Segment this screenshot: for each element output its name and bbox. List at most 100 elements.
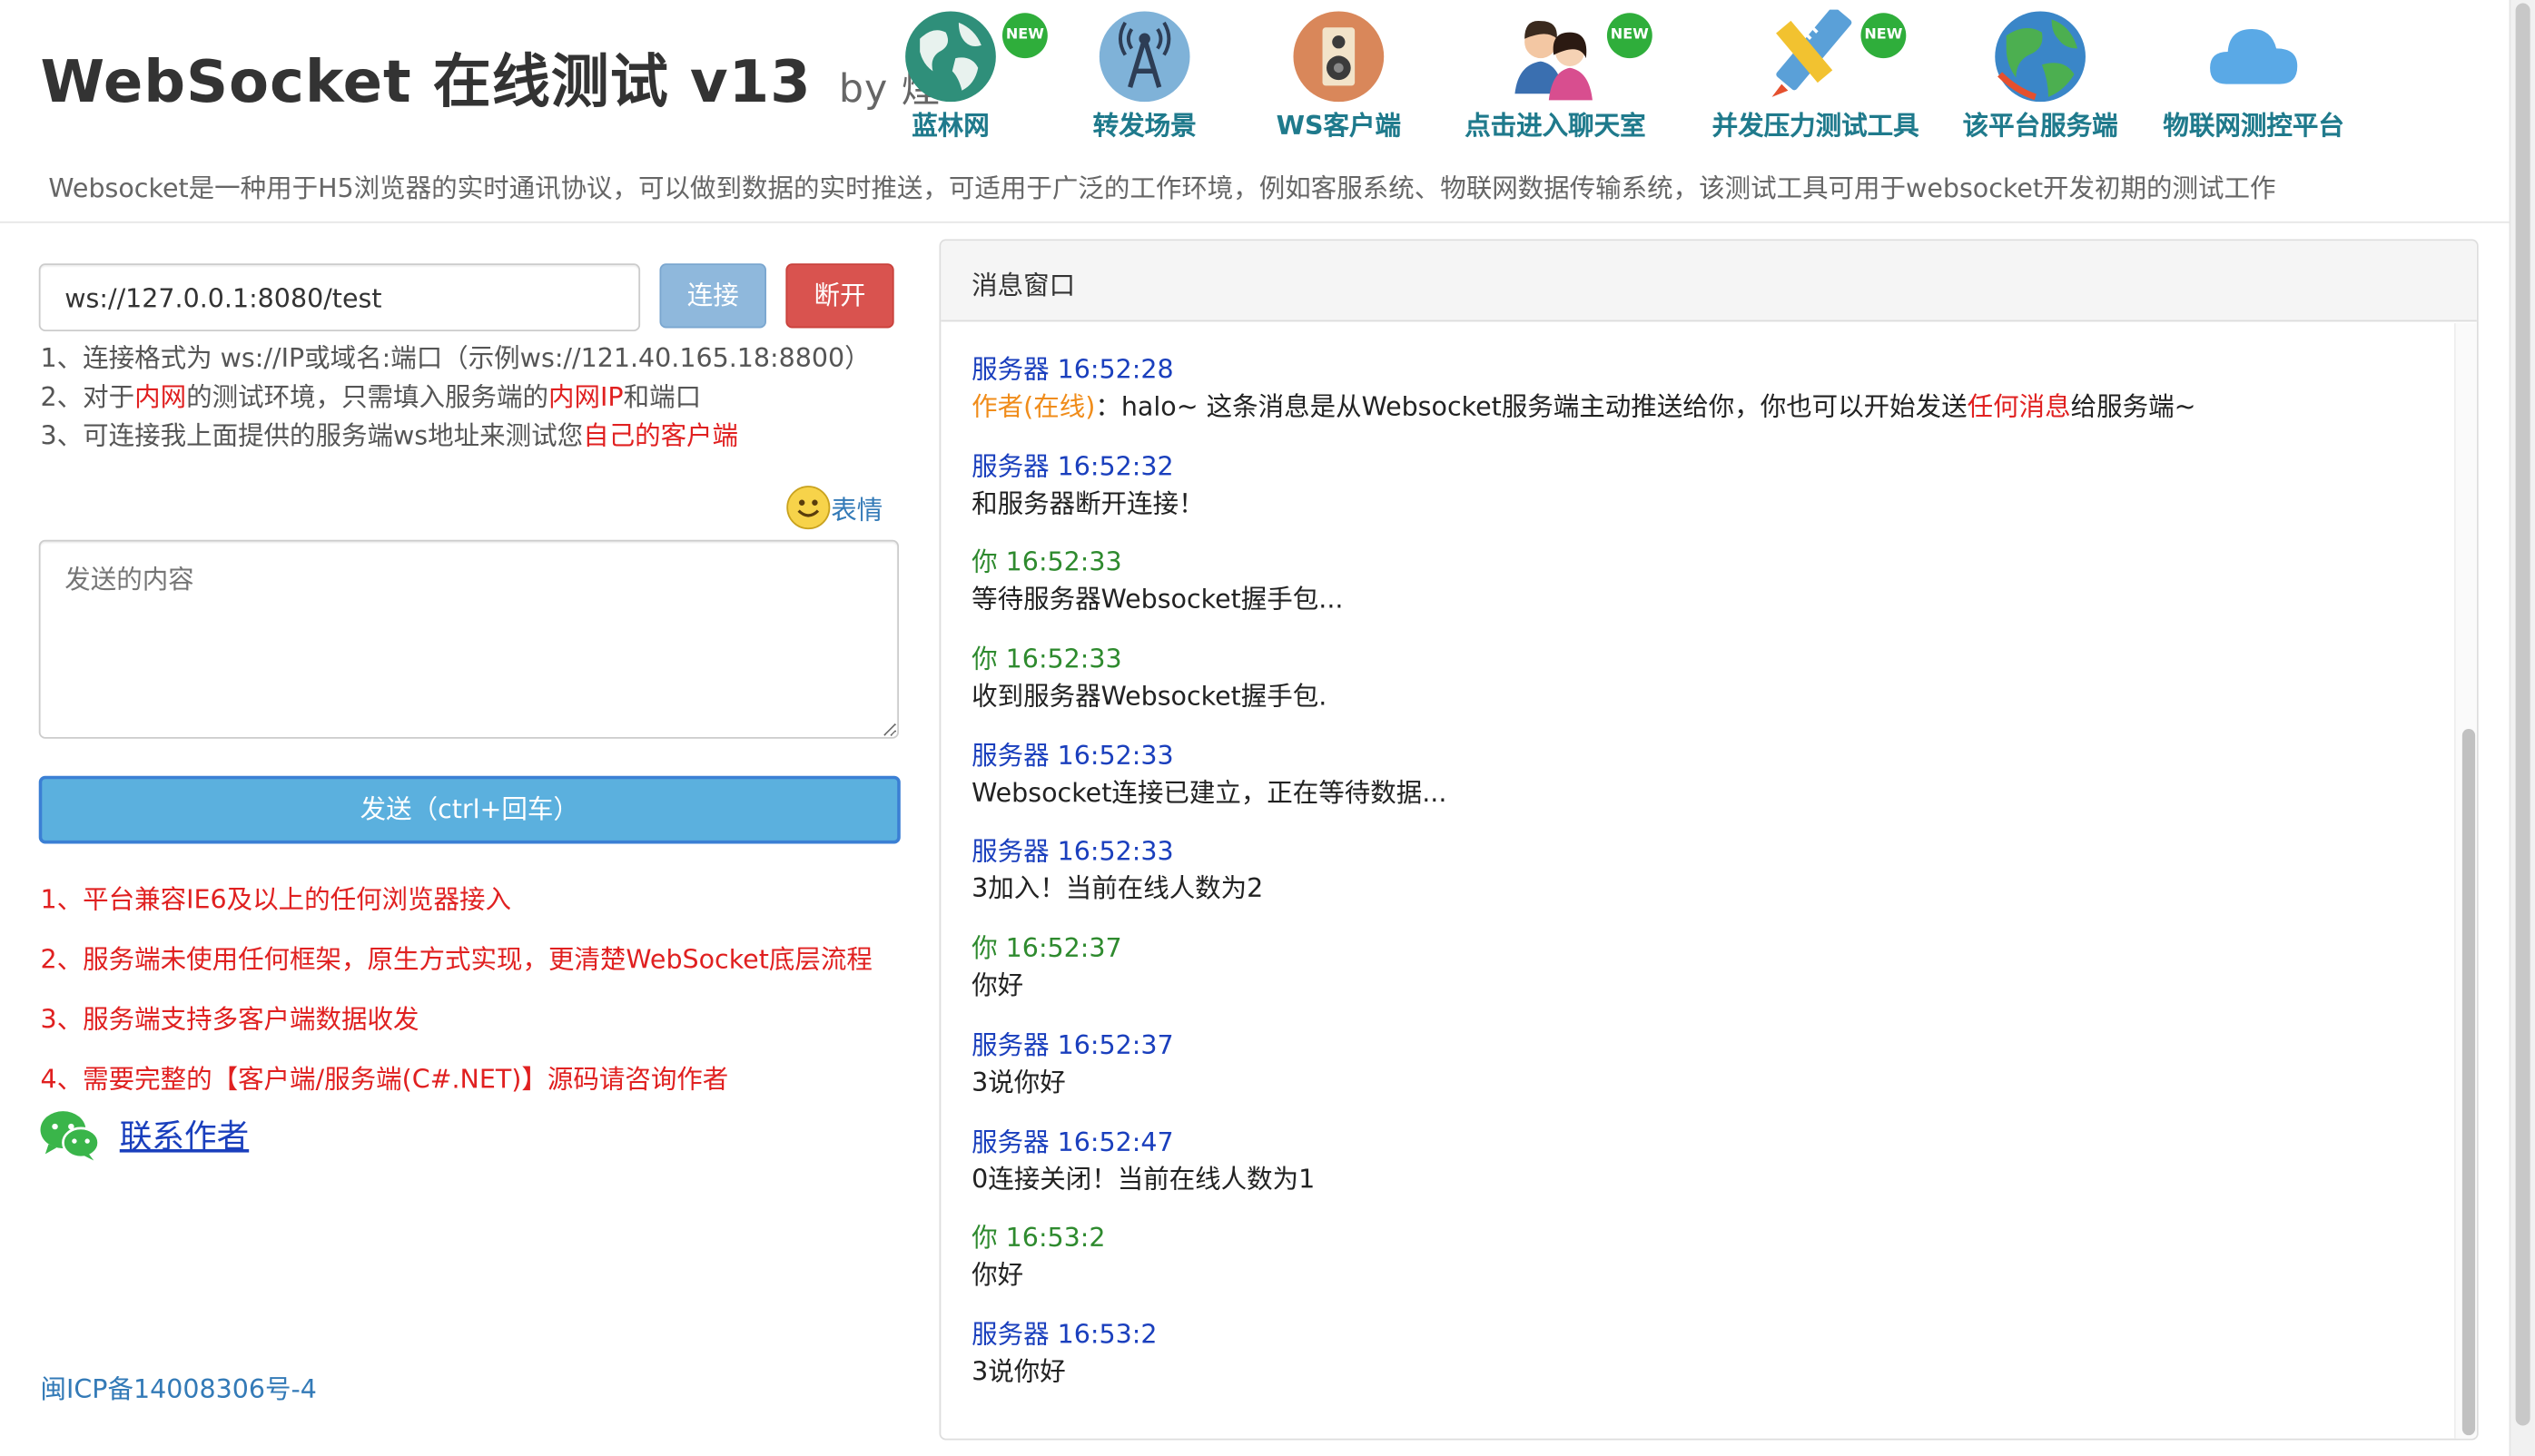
message-body: 3加入！当前在线人数为2 bbox=[972, 871, 2427, 910]
new-badge: NEW bbox=[1001, 13, 1048, 59]
message-text: Websocket连接已建立，正在等待数据... bbox=[972, 777, 1447, 808]
message-body: 收到服务器Websocket握手包. bbox=[972, 677, 2427, 716]
site-header: WebSocket 在线测试 v13 by 煌 NEW 蓝林网 转发场景 WS客… bbox=[0, 0, 2510, 223]
earth-icon bbox=[1995, 11, 2086, 103]
message-meta: 服务器 16:52:33 bbox=[972, 740, 1174, 771]
send-button[interactable]: 发送（ctrl+回车） bbox=[38, 775, 901, 844]
message-item: 你 16:52:33 等待服务器Websocket握手包... bbox=[972, 546, 2427, 642]
message-body: 等待服务器Websocket握手包... bbox=[972, 581, 2427, 620]
tip-highlight: 内网 bbox=[134, 381, 187, 413]
message-meta: 你 16:52:33 bbox=[972, 643, 1122, 674]
feature-list: 1、平台兼容IE6及以上的任何浏览器接入 2、服务端未使用任何框架，原生方式实现… bbox=[41, 870, 873, 1109]
message-panel-title: 消息窗口 bbox=[941, 241, 2477, 322]
pencil-ruler-icon bbox=[1771, 9, 1852, 97]
tip-line-1: 1、连接格式为 ws://IP或域名:端口（示例ws://121.40.165.… bbox=[40, 342, 871, 374]
nav-label: 并发压力测试工具 bbox=[1711, 110, 1919, 141]
message-meta: 服务器 16:52:37 bbox=[972, 1028, 1174, 1060]
message-list: 服务器 16:52:28 作者(在线)：halo~ 这条消息是从Websocket… bbox=[972, 352, 2427, 1413]
feature-item: 1、平台兼容IE6及以上的任何浏览器接入 bbox=[40, 883, 512, 915]
message-body: 3说你好 bbox=[972, 1353, 2427, 1392]
message-highlight: 作者(在线) bbox=[972, 390, 1096, 422]
site-title: WebSocket 在线测试 v13 by 煌 bbox=[41, 35, 942, 120]
message-item: 服务器 16:53:2 3说你好 bbox=[972, 1317, 2427, 1413]
site-description: Websocket是一种用于H5浏览器的实时通讯协议，可以做到数据的实时推送，可… bbox=[48, 172, 2276, 204]
left-column: 连接 断开 1、连接格式为 ws://IP或域名:端口（示例ws://121.4… bbox=[0, 223, 930, 1456]
nav-label: 蓝林网 bbox=[912, 110, 990, 141]
tip-line-2: 2、对于内网的测试环境，只需填入服务端的内网IP和端口 bbox=[41, 379, 871, 418]
globe-icon bbox=[905, 11, 996, 103]
disconnect-button[interactable]: 断开 bbox=[785, 263, 894, 329]
nav-label: 点击进入聊天室 bbox=[1465, 110, 1646, 141]
nav-item-iot[interactable]: 物联网测控平台 bbox=[2163, 6, 2344, 145]
nav-item-lanlin[interactable]: NEW 蓝林网 bbox=[886, 6, 1048, 145]
message-text: 3说你好 bbox=[972, 1355, 1066, 1387]
message-textarea[interactable] bbox=[38, 539, 900, 739]
page-scroll-thumb[interactable] bbox=[2515, 3, 2530, 1426]
message-list-viewport[interactable]: 服务器 16:52:28 作者(在线)：halo~ 这条消息是从Websocket… bbox=[941, 323, 2477, 1439]
nav-label: 物联网测控平台 bbox=[2163, 110, 2344, 141]
tip-text: 2、对于 bbox=[40, 381, 135, 413]
message-item: 服务器 16:52:33 3加入！当前在线人数为2 bbox=[972, 835, 2427, 931]
message-text: 和服务器断开连接！ bbox=[972, 487, 1205, 519]
emoji-label: 表情 bbox=[831, 494, 883, 526]
nav-item-stress-test[interactable]: NEW 并发压力测试工具 bbox=[1712, 6, 1919, 145]
message-item: 服务器 16:52:37 3说你好 bbox=[972, 1028, 2427, 1124]
message-text: 3加入！当前在线人数为2 bbox=[972, 873, 1264, 905]
message-body: 作者(在线)：halo~ 这条消息是从Websocket服务端主动推送给你，你也… bbox=[972, 388, 2427, 427]
nav-item-forward[interactable]: 转发场景 bbox=[1080, 6, 1208, 145]
message-body: 3说你好 bbox=[972, 1063, 2427, 1102]
message-item: 服务器 16:52:28 作者(在线)：halo~ 这条消息是从Websocket… bbox=[972, 352, 2427, 448]
message-scrollbar[interactable] bbox=[2453, 323, 2477, 1439]
message-text: 等待服务器Websocket握手包... bbox=[972, 584, 1344, 615]
nav-item-ws-client[interactable]: WS客户端 bbox=[1274, 6, 1403, 145]
message-body: 0连接关闭！当前在线人数为1 bbox=[972, 1160, 2427, 1199]
connect-button[interactable]: 连接 bbox=[659, 263, 767, 329]
new-badge: NEW bbox=[1606, 13, 1652, 59]
message-text: 给服务端~ bbox=[2070, 390, 2196, 422]
contact-author-link[interactable]: 联系作者 bbox=[120, 1110, 249, 1157]
nav-label: 该平台服务端 bbox=[1962, 110, 2118, 141]
message-text: 你好 bbox=[972, 1259, 1024, 1291]
message-text: 0连接关闭！当前在线人数为1 bbox=[972, 1163, 1316, 1194]
tip-highlight: 内网IP bbox=[548, 381, 624, 413]
feature-item: 3、服务端支持多客户端数据收发 bbox=[40, 1003, 419, 1035]
page: WebSocket 在线测试 v13 by 煌 NEW 蓝林网 转发场景 WS客… bbox=[0, 0, 2535, 1456]
message-item: 服务器 16:52:33 Websocket连接已建立，正在等待数据... bbox=[972, 738, 2427, 834]
ws-url-input[interactable] bbox=[38, 263, 641, 332]
message-body: 你好 bbox=[972, 967, 2427, 1006]
message-item: 服务器 16:52:47 0连接关闭！当前在线人数为1 bbox=[972, 1124, 2427, 1220]
message-item: 你 16:52:33 收到服务器Websocket握手包. bbox=[972, 642, 2427, 738]
message-meta: 你 16:53:2 bbox=[972, 1222, 1106, 1254]
message-body: 你好 bbox=[972, 1256, 2427, 1295]
tip-line-3: 3、可连接我上面提供的服务端ws地址来测试您自己的客户端 bbox=[41, 417, 871, 456]
message-meta: 你 16:52:37 bbox=[972, 932, 1122, 964]
message-body: 和服务器断开连接！ bbox=[972, 485, 2427, 524]
feature-item: 2、服务端未使用任何框架，原生方式实现，更清楚WebSocket底层流程 bbox=[40, 943, 873, 975]
message-item: 你 16:52:37 你好 bbox=[972, 931, 2427, 1028]
wechat-icon bbox=[40, 1111, 100, 1161]
feature-item: 4、需要完整的【客户端/服务端(C#.NET)】源码请咨询作者 bbox=[40, 1063, 729, 1095]
tip-text: 和端口 bbox=[623, 381, 702, 413]
message-meta: 服务器 16:52:32 bbox=[972, 450, 1174, 482]
nav-item-server[interactable]: 该平台服务端 bbox=[1963, 6, 2118, 145]
new-badge: NEW bbox=[1860, 13, 1907, 59]
speaker-icon bbox=[1293, 11, 1385, 103]
message-highlight: 任何消息 bbox=[1967, 390, 2071, 422]
message-text: 你好 bbox=[972, 969, 1024, 1001]
tip-text: 的测试环境，只需填入服务端的 bbox=[186, 381, 549, 413]
cloud-icon bbox=[2210, 29, 2298, 84]
message-meta: 服务器 16:52:47 bbox=[972, 1126, 1174, 1157]
nav-label: 转发场景 bbox=[1092, 110, 1197, 141]
nav-label: WS客户端 bbox=[1276, 110, 1402, 141]
message-text: 收到服务器Websocket握手包. bbox=[972, 680, 1327, 712]
icp-link[interactable]: 闽ICP备14008306号-4 bbox=[41, 1367, 317, 1406]
message-meta: 服务器 16:52:33 bbox=[972, 836, 1174, 868]
message-scroll-thumb[interactable] bbox=[2461, 729, 2476, 1436]
tip-highlight: 自己的客户端 bbox=[583, 419, 739, 451]
antenna-icon bbox=[1099, 11, 1190, 103]
message-text: 3说你好 bbox=[972, 1066, 1066, 1097]
page-scrollbar[interactable] bbox=[2509, 0, 2535, 1456]
message-meta: 服务器 16:52:28 bbox=[972, 353, 1174, 385]
nav-item-chatroom[interactable]: NEW 点击进入聊天室 bbox=[1465, 6, 1652, 145]
message-meta: 你 16:52:33 bbox=[972, 546, 1122, 578]
